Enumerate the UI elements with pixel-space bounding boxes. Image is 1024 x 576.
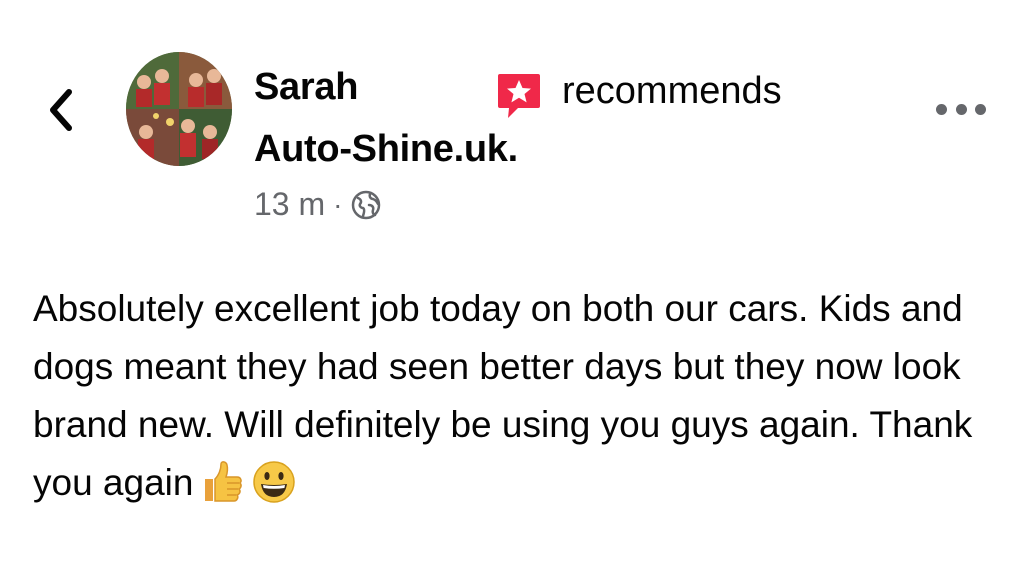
redacted-surname	[402, 74, 484, 110]
globe-icon	[352, 190, 381, 219]
back-button[interactable]	[40, 82, 80, 138]
meta-separator: ·	[333, 188, 343, 220]
avatar-image	[126, 52, 232, 166]
chevron-left-icon	[50, 89, 72, 131]
author-name[interactable]: Sarah	[254, 66, 358, 109]
action-text: recommends	[562, 70, 782, 112]
post-body: Absolutely excellent job today on both o…	[33, 280, 1003, 512]
page-name-link[interactable]: Auto-Shine.uk.	[254, 128, 518, 171]
more-options-dot	[955, 103, 967, 115]
post-body-text: Absolutely excellent job today on both o…	[33, 288, 973, 503]
avatar[interactable]	[126, 52, 232, 166]
post-meta: 13 m ·	[254, 186, 382, 223]
grinning-face-emoji	[253, 461, 296, 503]
timestamp[interactable]: 13 m	[254, 186, 325, 223]
recommend-star-icon	[496, 72, 542, 120]
more-options-icon	[936, 103, 947, 115]
more-options-button[interactable]	[936, 94, 986, 124]
more-options-dot	[975, 103, 986, 115]
thumbs-up-emoji	[205, 461, 243, 502]
